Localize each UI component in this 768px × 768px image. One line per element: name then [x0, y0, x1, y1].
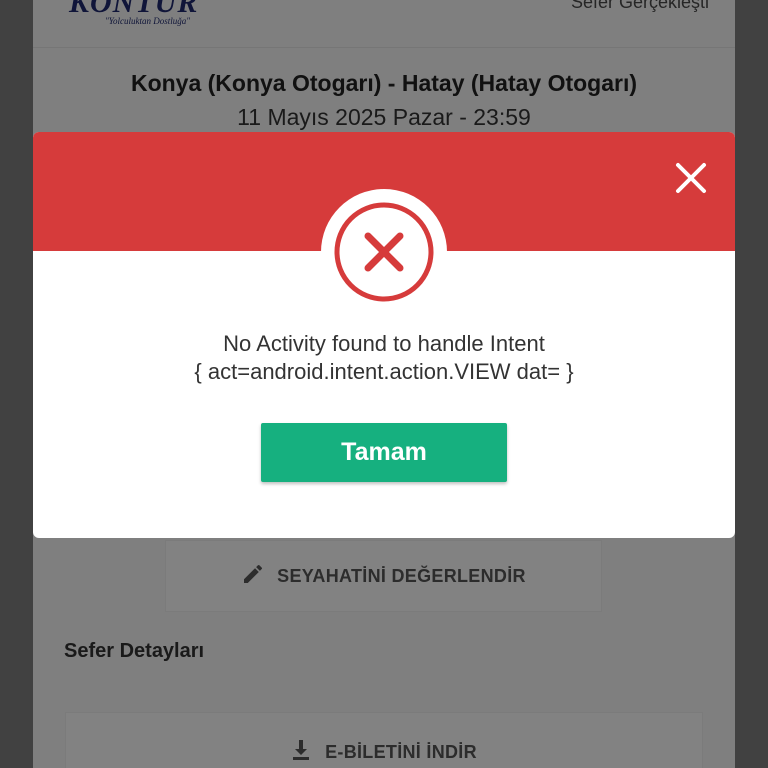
close-icon	[676, 163, 706, 193]
dialog-message: No Activity found to handle Intent { act…	[33, 330, 735, 386]
dialog-message-line1: No Activity found to handle Intent	[223, 331, 545, 356]
close-button[interactable]	[671, 158, 711, 198]
error-x-icon	[334, 202, 434, 302]
ok-button[interactable]: Tamam	[261, 423, 507, 482]
dialog-message-line2: { act=android.intent.action.VIEW dat= }	[194, 359, 574, 384]
error-badge	[321, 189, 447, 315]
error-dialog: No Activity found to handle Intent { act…	[33, 132, 735, 538]
